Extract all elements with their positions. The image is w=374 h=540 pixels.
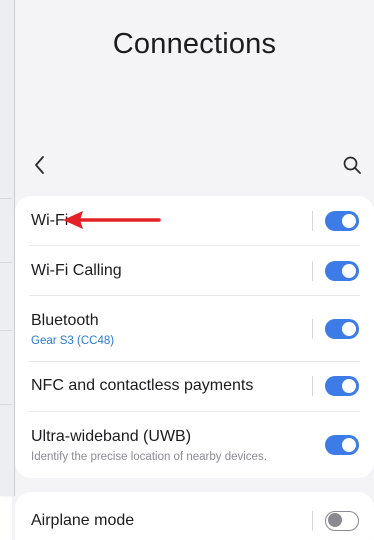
- settings-row-wifi-calling[interactable]: Wi-Fi Calling: [15, 246, 374, 296]
- back-button[interactable]: [25, 150, 55, 180]
- connections-screen: Connections Wi-Fi Wi-Fi Calling Bluetoot…: [15, 0, 374, 540]
- row-label: NFC and contactless payments: [31, 377, 254, 394]
- chevron-left-icon: [35, 156, 44, 174]
- settings-row-bluetooth[interactable]: Bluetooth Gear S3 (CC48): [15, 296, 374, 362]
- screenshot-canvas: Connections Wi-Fi Wi-Fi Calling Bluetoot…: [0, 0, 374, 540]
- settings-row-nfc[interactable]: NFC and contactless payments: [15, 362, 374, 412]
- background-divider: [0, 404, 12, 405]
- airplane-mode-toggle[interactable]: [325, 511, 359, 531]
- background-screen-edge: [0, 0, 15, 496]
- toggle-knob: [342, 322, 356, 336]
- background-divider: [0, 330, 12, 331]
- settings-row-airplane-mode[interactable]: Airplane mode: [15, 492, 374, 540]
- toggle-knob: [342, 214, 356, 228]
- settings-row-uwb[interactable]: Ultra-wideband (UWB) Identify the precis…: [15, 412, 374, 478]
- row-separator: [312, 319, 313, 339]
- toggle-knob: [328, 513, 342, 528]
- row-label: Airplane mode: [31, 512, 135, 529]
- connections-settings-card: Wi-Fi Wi-Fi Calling Bluetooth Gear S3 (C…: [15, 196, 374, 478]
- page-title: Connections: [112, 28, 277, 60]
- row-label: Ultra-wideband (UWB): [31, 428, 192, 445]
- row-label: Bluetooth: [31, 312, 99, 329]
- uwb-toggle[interactable]: [325, 435, 359, 455]
- row-separator: [312, 211, 313, 231]
- toggle-knob: [342, 379, 356, 393]
- search-button[interactable]: [337, 150, 367, 180]
- row-separator: [312, 376, 313, 396]
- wifi-toggle[interactable]: [325, 211, 359, 231]
- settings-row-wifi[interactable]: Wi-Fi: [15, 196, 374, 246]
- search-icon: [343, 156, 361, 174]
- nfc-toggle[interactable]: [325, 376, 359, 396]
- bluetooth-toggle[interactable]: [325, 319, 359, 339]
- toggle-knob: [342, 264, 356, 278]
- bluetooth-connected-device: Gear S3 (CC48): [31, 335, 115, 347]
- background-divider: [0, 262, 12, 263]
- airplane-settings-card: Airplane mode: [15, 492, 374, 540]
- row-label: Wi-Fi Calling: [31, 262, 122, 279]
- row-separator: [312, 511, 313, 531]
- row-separator: [312, 261, 313, 281]
- row-label: Wi-Fi: [31, 212, 69, 229]
- background-divider: [0, 198, 12, 199]
- toggle-knob: [342, 438, 356, 452]
- wifi-calling-toggle[interactable]: [325, 261, 359, 281]
- uwb-description: Identify the precise location of nearby …: [31, 451, 267, 463]
